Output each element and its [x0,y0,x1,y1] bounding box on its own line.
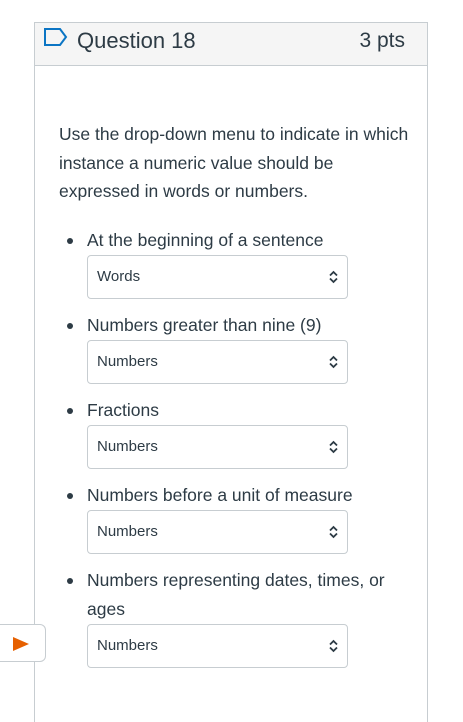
select-value: Numbers [97,438,158,455]
bullet-dot [67,323,73,329]
item-label: Fractions [87,400,159,420]
answer-select[interactable]: Numbers [87,510,348,554]
bullet-dot [67,493,73,499]
up-down-chevron-icon [329,639,338,653]
item-label: Numbers greater than nine (9) [87,315,322,335]
item-label: Numbers representing dates, times, or ag… [87,570,385,619]
question-prompt: Use the drop-down menu to indicate in wh… [59,124,409,201]
bullet-dot [67,238,73,244]
select-value: Numbers [97,523,158,540]
question-nav-marker[interactable] [0,624,46,662]
up-down-chevron-icon [329,525,338,539]
play-triangle-icon [13,637,29,651]
select-value: Numbers [97,637,158,654]
select-value: Numbers [97,353,158,370]
question-title: Question 18 [77,28,196,53]
answer-select[interactable]: Words [87,255,348,299]
up-down-chevron-icon [329,355,338,369]
select-value: Words [97,268,141,285]
question-points: 3 pts [359,29,405,52]
answer-select[interactable]: Numbers [87,340,348,384]
item-label: At the beginning of a sentence [87,230,324,250]
answer-select[interactable]: Numbers [87,425,348,469]
answer-select[interactable]: Numbers [87,624,348,668]
question-card: Question 18 3 pts Use the drop-down menu… [34,22,428,722]
up-down-chevron-icon [329,270,338,284]
bullet-dot [67,408,73,414]
up-down-chevron-icon [329,440,338,454]
bookmark-flag-icon[interactable] [43,27,69,47]
item-label: Numbers before a unit of measure [87,485,353,505]
bullet-dot [67,578,73,584]
question-header: Question 18 3 pts [35,22,427,66]
